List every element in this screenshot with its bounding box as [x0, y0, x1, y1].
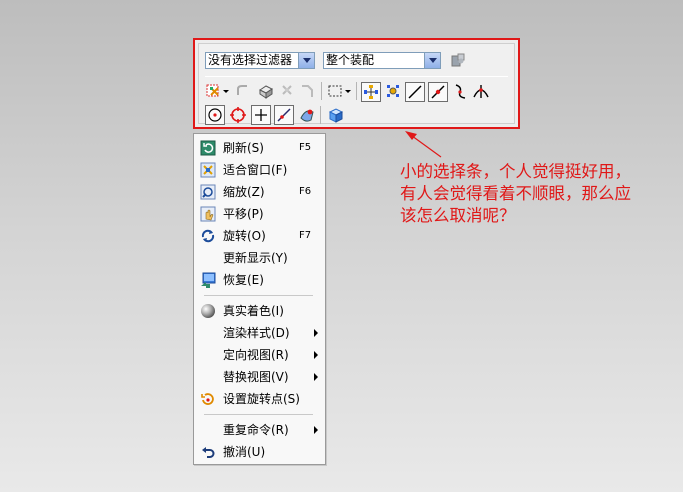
- intersection-point-icon[interactable]: [472, 82, 490, 100]
- true-shading-icon: [200, 303, 216, 319]
- restore-icon: [200, 272, 216, 288]
- selection-scope-value: 整个装配: [326, 53, 375, 67]
- snap-midpoint-icon[interactable]: [384, 82, 402, 100]
- type-filter-dropdown[interactable]: 没有选择过滤器: [205, 52, 315, 69]
- pan-icon: [200, 206, 216, 222]
- menu-item-label: 设置旋转点(S): [223, 392, 300, 406]
- arc-center-icon[interactable]: [205, 105, 225, 125]
- menu-item-label: 旋转(O): [223, 229, 266, 243]
- rotate-icon: [200, 228, 216, 244]
- menu-item-label: 刷新(S): [223, 141, 264, 155]
- menu-item-label: 替换视图(V): [223, 370, 289, 384]
- menu-item-repeat-command[interactable]: 重复命令(R): [196, 420, 323, 440]
- menu-item-shortcut: F6: [299, 186, 312, 197]
- menu-item-label: 恢复(E): [223, 273, 264, 287]
- selection-intent-icon[interactable]: [298, 82, 316, 100]
- menu-item-label: 渲染样式(D): [223, 326, 290, 340]
- general-selection-filter-icon[interactable]: [205, 82, 223, 100]
- toolbar-separator: [320, 106, 321, 124]
- snap-endpoint-icon[interactable]: [361, 82, 381, 102]
- menu-item-true-shading[interactable]: 真实着色(I): [196, 301, 323, 321]
- menu-item-pan[interactable]: 平移(P): [196, 204, 323, 224]
- menu-separator: [204, 295, 313, 296]
- menu-item-orient-view[interactable]: 定向视图(R): [196, 345, 323, 365]
- face-rule-icon[interactable]: [257, 82, 275, 100]
- menu-item-label: 更新显示(Y): [223, 251, 288, 265]
- point-on-curve-icon[interactable]: [274, 105, 294, 125]
- snap-point-icon[interactable]: [278, 82, 296, 100]
- menu-item-rotate[interactable]: 旋转(O) F7: [196, 226, 323, 246]
- submenu-arrow-icon: [314, 373, 318, 381]
- toolbar-separator: [356, 82, 357, 100]
- quadrant-point-icon[interactable]: [228, 105, 248, 125]
- curve-rule-icon[interactable]: [234, 82, 252, 100]
- menu-item-label: 撤消(U): [223, 445, 266, 459]
- rotate-point-icon: [200, 391, 216, 407]
- zoom-icon: [200, 184, 216, 200]
- annotation-line-3: 该怎么取消呢？: [400, 206, 516, 225]
- chevron-down-icon[interactable]: [424, 53, 440, 68]
- view-context-menu: 刷新(S) F5 适合窗口(F) 缩放(Z) F6 平移(P) 旋转(O) F7…: [193, 133, 326, 465]
- undo-icon: [200, 444, 216, 460]
- menu-item-label: 重复命令(R): [223, 423, 289, 437]
- submenu-arrow-icon: [314, 329, 318, 337]
- menu-item-zoom[interactable]: 缩放(Z) F6: [196, 182, 323, 202]
- menu-item-shortcut: F7: [299, 230, 312, 241]
- fit-window-icon: [200, 162, 216, 178]
- filter-settings-icon[interactable]: [449, 51, 467, 69]
- line-midpoint-icon[interactable]: [428, 82, 448, 102]
- menu-item-restore[interactable]: 恢复(E): [196, 270, 323, 290]
- 3d-view-icon[interactable]: [326, 105, 346, 125]
- annotation-note: 小的选择条，个人觉得挺好用， 有人会觉得看着不顺眼，那么应 该怎么取消呢？: [400, 161, 683, 227]
- refresh-icon: [200, 140, 216, 156]
- menu-separator: [204, 414, 313, 415]
- annotation-line-2: 有人会觉得看着不顺眼，那么应: [400, 184, 631, 203]
- submenu-arrow-icon: [314, 351, 318, 359]
- menu-item-set-rotate-point[interactable]: 设置旋转点(S): [196, 389, 323, 409]
- rectangle-select-icon[interactable]: [326, 82, 344, 100]
- point-on-face-icon[interactable]: [297, 105, 317, 125]
- menu-item-shortcut: F5: [299, 142, 312, 153]
- existing-point-icon[interactable]: [251, 105, 271, 125]
- menu-item-label: 适合窗口(F): [223, 163, 288, 177]
- menu-item-label: 缩放(Z): [223, 185, 265, 199]
- menu-item-fit-window[interactable]: 适合窗口(F): [196, 160, 323, 180]
- menu-item-label: 平移(P): [223, 207, 264, 221]
- annotation-line-1: 小的选择条，个人觉得挺好用，: [400, 162, 631, 181]
- menu-item-update-display[interactable]: 更新显示(Y): [196, 248, 323, 268]
- selection-scope-dropdown[interactable]: 整个装配: [323, 52, 441, 69]
- menu-item-rendering-style[interactable]: 渲染样式(D): [196, 323, 323, 343]
- toolbar-separator: [321, 82, 322, 100]
- submenu-arrow-icon: [314, 426, 318, 434]
- selection-bar: 没有选择过滤器 整个装配: [198, 43, 515, 125]
- line-icon[interactable]: [405, 82, 425, 102]
- annotation-arrow-icon: [405, 131, 442, 158]
- chevron-down-icon[interactable]: [222, 82, 230, 100]
- menu-item-label: 真实着色(I): [223, 304, 284, 318]
- selection-bar-highlight-frame: 没有选择过滤器 整个装配: [193, 38, 520, 129]
- chevron-down-icon[interactable]: [344, 82, 352, 100]
- chevron-down-icon[interactable]: [298, 53, 314, 68]
- menu-item-label: 定向视图(R): [223, 348, 289, 362]
- curve-point-icon[interactable]: [451, 82, 469, 100]
- menu-item-undo[interactable]: 撤消(U): [196, 442, 323, 462]
- menu-item-refresh[interactable]: 刷新(S) F5: [196, 138, 323, 158]
- menu-item-replace-view[interactable]: 替换视图(V): [196, 367, 323, 387]
- toolbar-row-divider: [205, 76, 508, 77]
